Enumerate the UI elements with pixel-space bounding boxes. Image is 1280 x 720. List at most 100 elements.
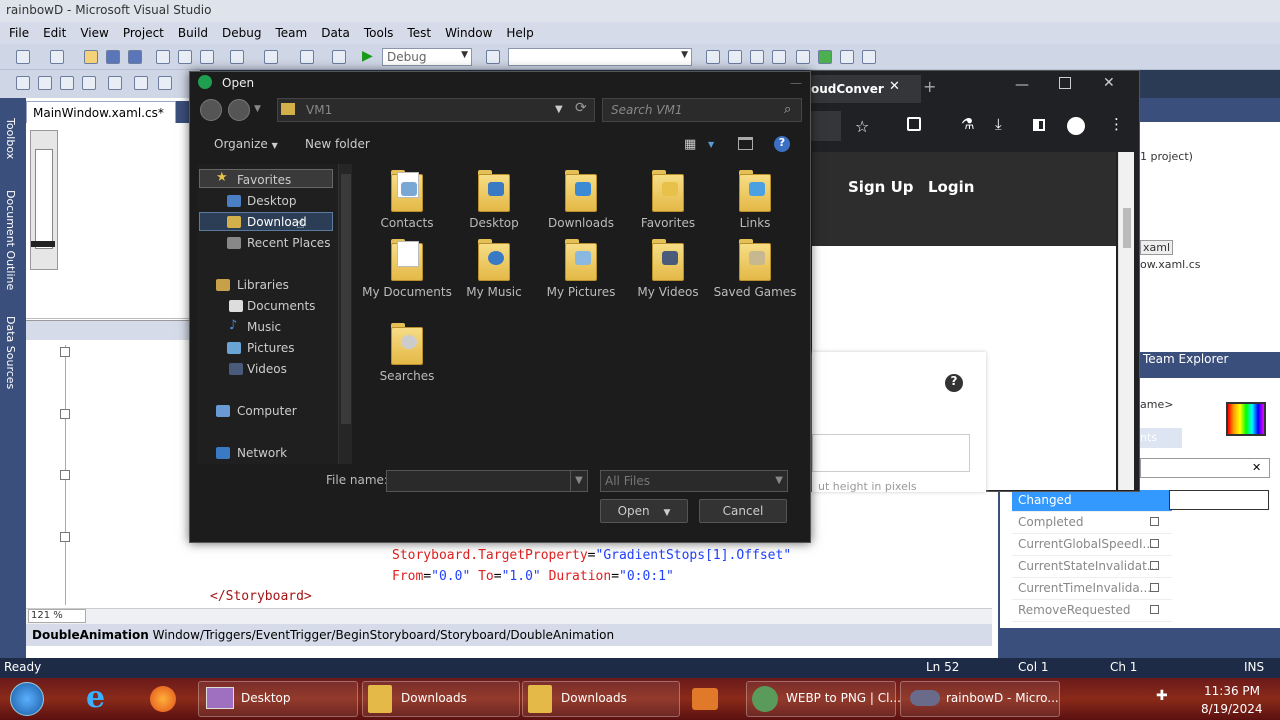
- file-type-select[interactable]: All Files ▼: [600, 470, 788, 492]
- comment-icon[interactable]: [158, 76, 172, 90]
- navigate-icon[interactable]: [300, 50, 314, 64]
- open-file-icon[interactable]: [84, 50, 98, 64]
- solution-config-select[interactable]: Debug ▼: [382, 48, 472, 66]
- view-options-icon[interactable]: ▦: [684, 137, 696, 152]
- collapse-toggle-icon[interactable]: [60, 347, 70, 357]
- new-tab-icon[interactable]: +: [923, 77, 936, 96]
- toolbar-options-icon[interactable]: [862, 50, 876, 64]
- solution-explorer-icon[interactable]: [706, 50, 720, 64]
- minimize-icon[interactable]: —: [1015, 77, 1029, 93]
- close-tab-icon[interactable]: ✕: [889, 79, 900, 94]
- folder-contacts[interactable]: Contacts: [362, 168, 452, 231]
- folder-my-videos[interactable]: My Videos: [623, 237, 713, 300]
- event-changed-handler-input[interactable]: [1169, 490, 1269, 510]
- download-icon[interactable]: ⤓: [995, 115, 1002, 133]
- nav-desktop[interactable]: Desktop: [247, 193, 297, 211]
- back-button[interactable]: [200, 99, 222, 121]
- menu-tools[interactable]: Tools: [357, 26, 401, 40]
- refresh-icon[interactable]: ⟳: [575, 100, 587, 116]
- find-in-files-icon[interactable]: [486, 50, 500, 64]
- menu-test[interactable]: Test: [400, 26, 438, 40]
- folder-saved-games[interactable]: Saved Games: [710, 237, 800, 300]
- event-completed[interactable]: Completed: [1012, 512, 1172, 534]
- extensions-icon[interactable]: [796, 50, 810, 64]
- designer-slider-control[interactable]: [30, 130, 58, 270]
- event-current-state[interactable]: CurrentStateInvalidat...: [1012, 556, 1172, 578]
- menu-data[interactable]: Data: [314, 26, 357, 40]
- tab-mainwindow-xaml-cs[interactable]: MainWindow.xaml.cs*: [26, 101, 176, 123]
- folder-my-pictures[interactable]: My Pictures: [536, 237, 626, 300]
- folder-downloads[interactable]: Downloads: [536, 168, 626, 231]
- new-project-icon[interactable]: [16, 50, 30, 64]
- nav-pictures[interactable]: Pictures: [247, 340, 295, 358]
- menu-debug[interactable]: Debug: [215, 26, 268, 40]
- events-tab[interactable]: nts: [1140, 428, 1182, 448]
- nav-scrollbar[interactable]: [338, 164, 352, 464]
- login-link[interactable]: Login: [928, 178, 974, 196]
- folder-searches[interactable]: Searches: [362, 321, 452, 384]
- recent-pages-chevron-icon[interactable]: ▼: [254, 104, 261, 114]
- folder-desktop[interactable]: Desktop: [449, 168, 539, 231]
- help-circle-icon[interactable]: ?: [945, 374, 963, 392]
- toolbox-tab[interactable]: Toolbox: [4, 118, 17, 159]
- preview-pane-icon[interactable]: [738, 137, 753, 150]
- maximize-icon[interactable]: [1059, 77, 1071, 89]
- side-panel-icon[interactable]: [1033, 119, 1045, 131]
- filename-history-chevron-icon[interactable]: ▼: [570, 470, 588, 492]
- editor-horizontal-scrollbar[interactable]: [26, 608, 992, 624]
- outdent-icon[interactable]: [108, 76, 122, 90]
- collapse-toggle-icon[interactable]: [60, 409, 70, 419]
- menu-view[interactable]: View: [73, 26, 115, 40]
- signup-link[interactable]: Sign Up: [848, 178, 914, 196]
- breadcrumb-current[interactable]: DoubleAnimation: [32, 628, 149, 642]
- menu-build[interactable]: Build: [171, 26, 215, 40]
- nav-recent-places[interactable]: Recent Places: [247, 235, 330, 253]
- search-input[interactable]: Search VM1: [602, 98, 802, 122]
- firefox-icon[interactable]: [150, 686, 176, 712]
- close-window-icon[interactable]: ✕: [1103, 75, 1115, 91]
- address-path[interactable]: VM1: [277, 98, 595, 122]
- folder-my-music[interactable]: My Music: [449, 237, 539, 300]
- clock-time[interactable]: 11:36 PM: [1204, 684, 1260, 698]
- menu-project[interactable]: Project: [116, 26, 171, 40]
- search-icon[interactable]: ⌕: [784, 102, 791, 117]
- bookmark-star-icon[interactable]: ☆: [855, 117, 869, 136]
- menu-kebab-icon[interactable]: ⋮: [1109, 115, 1124, 133]
- nav-libraries[interactable]: Libraries: [237, 277, 289, 295]
- collapse-toggle-icon[interactable]: [60, 532, 70, 542]
- scroll-thumb[interactable]: [1123, 208, 1131, 248]
- complete-word-icon[interactable]: [82, 76, 96, 90]
- start-button[interactable]: [10, 682, 44, 716]
- navigate-forward-icon[interactable]: [332, 50, 346, 64]
- folder-my-documents[interactable]: My Documents: [362, 237, 452, 300]
- tray-network-icon[interactable]: ✚: [1156, 688, 1168, 704]
- save-all-icon[interactable]: [128, 50, 142, 64]
- address-bar[interactable]: [811, 111, 841, 141]
- parameter-info-icon[interactable]: [38, 76, 52, 90]
- designer-xaml-splitter[interactable]: [26, 320, 196, 340]
- list-members-icon[interactable]: [16, 76, 30, 90]
- nav-computer[interactable]: Computer: [237, 403, 297, 421]
- find-combo[interactable]: ▼: [508, 48, 692, 66]
- nav-music[interactable]: Music: [247, 319, 281, 337]
- browser-tab[interactable]: oudConver: [811, 75, 921, 103]
- collapse-toggle-icon[interactable]: [60, 470, 70, 480]
- indent-icon[interactable]: [134, 76, 148, 90]
- address-chevron-down-icon[interactable]: ▼: [555, 104, 563, 115]
- internet-explorer-icon[interactable]: e: [86, 680, 105, 715]
- clear-search-icon[interactable]: ✕: [1252, 461, 1261, 474]
- event-changed[interactable]: Changed: [1012, 490, 1172, 512]
- start-page-icon[interactable]: [818, 50, 832, 64]
- open-button[interactable]: Open ▼: [600, 499, 688, 523]
- undo-icon[interactable]: [230, 50, 244, 64]
- data-sources-tab[interactable]: Data Sources: [4, 316, 17, 389]
- help-icon[interactable]: ?: [774, 136, 790, 152]
- solution-node[interactable]: 1 project): [1140, 150, 1193, 163]
- dialog-minimize-icon[interactable]: —: [790, 76, 802, 90]
- filename-input[interactable]: [386, 470, 572, 492]
- browser-scrollbar[interactable]: [1118, 152, 1134, 490]
- event-current-time[interactable]: CurrentTimeInvalida...: [1012, 578, 1172, 600]
- start-debug-icon[interactable]: ▶: [362, 48, 373, 64]
- folder-favorites[interactable]: Favorites: [623, 168, 713, 231]
- copy-icon[interactable]: [178, 50, 192, 64]
